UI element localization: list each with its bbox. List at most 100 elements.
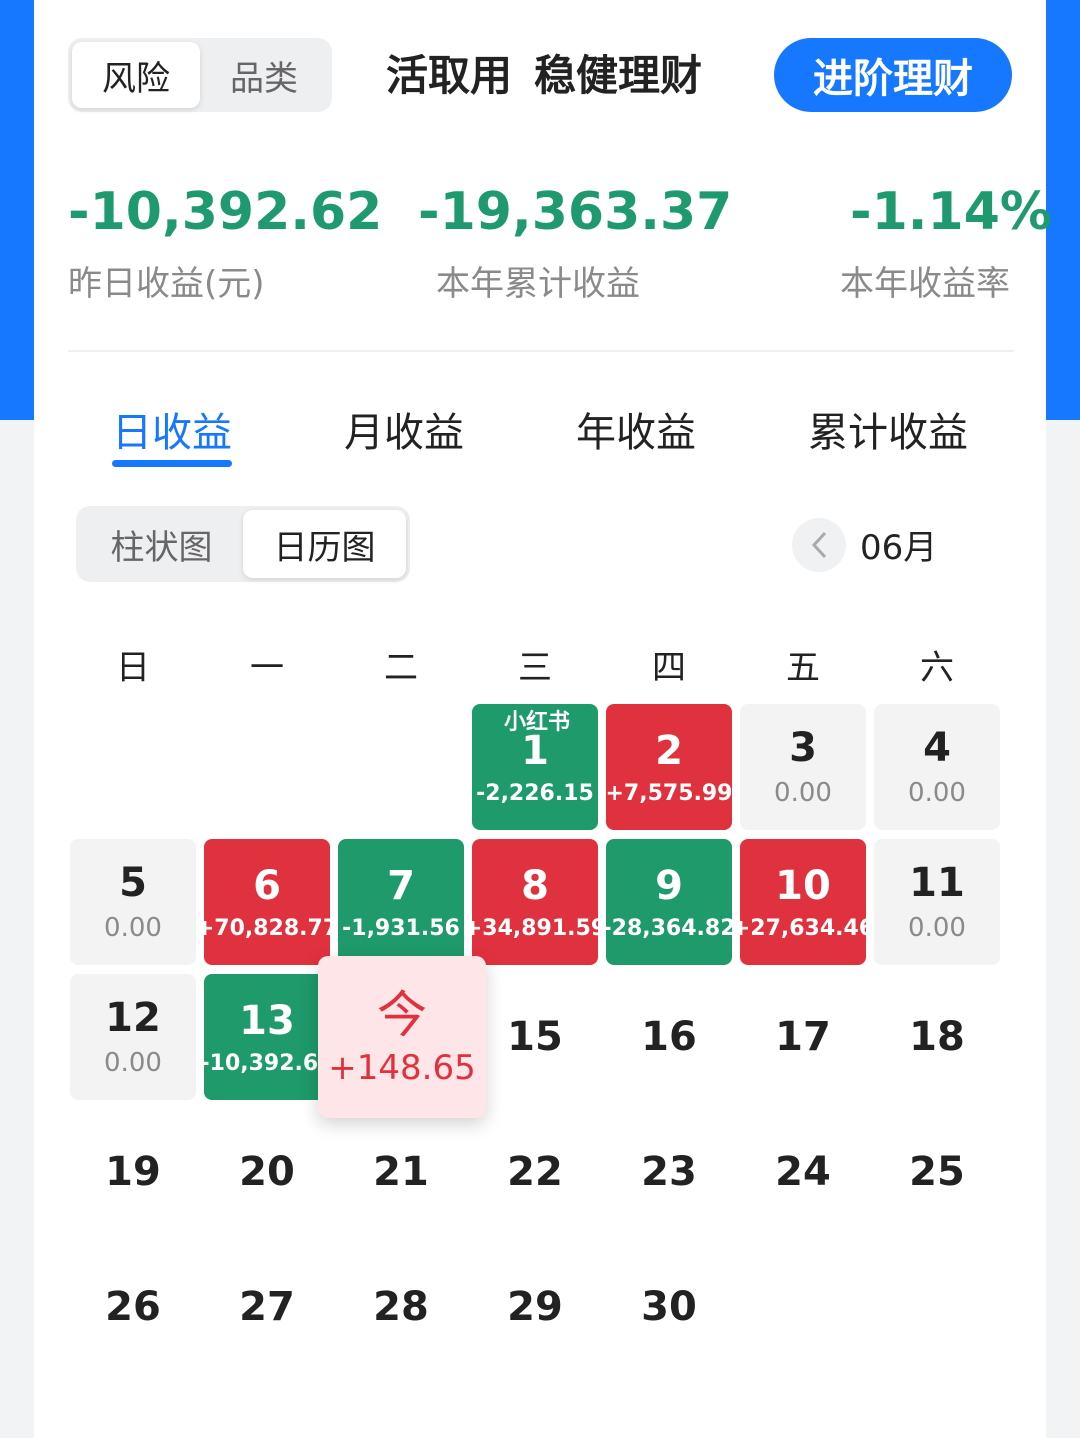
calendar-day[interactable]: 19 bbox=[70, 1109, 196, 1235]
yesterday-profit-value: -10,392.62 bbox=[68, 182, 383, 242]
profit-card: 风险 品类 活取用 稳健理财 进阶理财 -10,392.62 昨日收益(元) -… bbox=[34, 0, 1052, 1438]
day-number: 17 bbox=[775, 1014, 831, 1060]
day-number: 24 bbox=[775, 1149, 831, 1195]
day-number: 12 bbox=[105, 995, 161, 1041]
yesterday-profit-label: 昨日收益(元) bbox=[68, 264, 265, 304]
day-number: 26 bbox=[105, 1284, 161, 1330]
watermark-text: 小红书 bbox=[504, 710, 571, 735]
day-number: 16 bbox=[641, 1014, 697, 1060]
calendar-day[interactable]: 23 bbox=[606, 1109, 732, 1235]
calendar-day[interactable]: 6 +70,828.77 bbox=[196, 839, 338, 965]
calendar-day[interactable]: 29 bbox=[472, 1244, 598, 1370]
weekday-label: 四 bbox=[652, 648, 686, 688]
tab-monthly-profit[interactable]: 月收益 bbox=[344, 400, 464, 458]
day-profit: +70,828.77 bbox=[195, 915, 339, 941]
day-profit: -1,931.56 bbox=[342, 915, 460, 941]
day-profit: +34,891.59 bbox=[463, 915, 607, 941]
day-number: 2 bbox=[655, 727, 683, 774]
view-calendar[interactable]: 日历图 bbox=[243, 510, 406, 578]
day-number: 13 bbox=[239, 997, 295, 1044]
day-profit: -10,392.62 bbox=[200, 1050, 334, 1076]
calendar-day-today[interactable]: 今 +148.65 bbox=[318, 956, 486, 1118]
weekday-label: 六 bbox=[920, 648, 954, 688]
segment-risk[interactable]: 风险 bbox=[72, 42, 200, 108]
calendar-day[interactable]: 16 bbox=[606, 974, 732, 1100]
calendar-day[interactable]: 15 bbox=[472, 974, 598, 1100]
calendar-day[interactable]: 18 bbox=[874, 974, 1000, 1100]
day-profit: -2,226.15 bbox=[476, 780, 594, 806]
weekday-label: 三 bbox=[518, 648, 552, 688]
calendar-day[interactable]: 12 0.00 bbox=[70, 974, 196, 1100]
calendar-day[interactable]: 8 +34,891.59 bbox=[464, 839, 606, 965]
chevron-left-icon[interactable] bbox=[792, 518, 846, 572]
divider bbox=[68, 350, 1014, 352]
day-profit: +27,634.46 bbox=[731, 915, 875, 941]
month-label: 06月 bbox=[860, 528, 938, 568]
tab-cumulative-profit[interactable]: 累计收益 bbox=[808, 400, 968, 458]
ytd-profit-label: 本年累计收益 bbox=[436, 264, 640, 304]
day-number: 27 bbox=[239, 1284, 295, 1330]
weekday-label: 五 bbox=[786, 648, 820, 688]
day-number: 22 bbox=[507, 1149, 563, 1195]
weekday-label: 日 bbox=[116, 648, 150, 688]
tab-flexible[interactable]: 活取用 bbox=[364, 46, 512, 106]
weekday-label: 一 bbox=[250, 648, 284, 688]
day-number: 5 bbox=[119, 860, 147, 906]
day-number: 10 bbox=[775, 862, 831, 909]
day-number: 29 bbox=[507, 1284, 563, 1330]
tab-yearly-profit[interactable]: 年收益 bbox=[576, 400, 696, 458]
calendar-day[interactable]: 9 -28,364.82 bbox=[603, 839, 736, 965]
day-profit: +148.65 bbox=[328, 1048, 476, 1088]
day-profit: -28,364.82 bbox=[602, 915, 736, 941]
calendar-day[interactable]: 25 bbox=[874, 1109, 1000, 1235]
tab-stable[interactable]: 稳健理财 bbox=[534, 46, 702, 106]
day-number: 9 bbox=[655, 862, 683, 909]
calendar-day[interactable]: 13 -10,392.62 bbox=[201, 974, 334, 1100]
risk-category-toggle: 风险 品类 bbox=[68, 38, 332, 112]
day-profit: 0.00 bbox=[104, 913, 162, 943]
day-profit: 0.00 bbox=[104, 1048, 162, 1078]
calendar-day[interactable]: 11 0.00 bbox=[874, 839, 1000, 965]
chart-view-toggle: 柱状图 日历图 bbox=[76, 506, 410, 582]
calendar-day[interactable]: 28 bbox=[338, 1244, 464, 1370]
calendar-day[interactable]: 21 bbox=[338, 1109, 464, 1235]
calendar-day[interactable]: 27 bbox=[204, 1244, 330, 1370]
day-profit: 0.00 bbox=[774, 778, 832, 808]
calendar-day[interactable]: 24 bbox=[740, 1109, 866, 1235]
calendar-day[interactable]: 30 bbox=[606, 1244, 732, 1370]
calendar-day[interactable]: 5 0.00 bbox=[70, 839, 196, 965]
ytd-profit-value: -19,363.37 bbox=[418, 182, 733, 242]
tab-advanced[interactable]: 进阶理财 bbox=[774, 38, 1012, 112]
active-tab-indicator bbox=[112, 460, 232, 467]
day-number: 6 bbox=[253, 862, 281, 909]
day-profit: 0.00 bbox=[908, 778, 966, 808]
day-number: 30 bbox=[641, 1284, 697, 1330]
calendar-day[interactable]: 10 +27,634.46 bbox=[732, 839, 874, 965]
day-number: 7 bbox=[387, 862, 415, 909]
calendar-day[interactable]: 22 bbox=[472, 1109, 598, 1235]
calendar-day[interactable]: 17 bbox=[740, 974, 866, 1100]
day-number: 21 bbox=[373, 1149, 429, 1195]
ytd-return-value: -1.14% bbox=[850, 182, 1052, 242]
calendar-day[interactable]: 7 -1,931.56 bbox=[338, 839, 464, 965]
day-number: 20 bbox=[239, 1149, 295, 1195]
day-number: 28 bbox=[373, 1284, 429, 1330]
calendar-day[interactable]: 2 +7,575.99 bbox=[605, 704, 733, 830]
calendar-day[interactable]: 20 bbox=[204, 1109, 330, 1235]
segment-category[interactable]: 品类 bbox=[200, 42, 328, 108]
tab-daily-profit[interactable]: 日收益 bbox=[112, 400, 232, 458]
day-profit: 0.00 bbox=[908, 913, 966, 943]
day-number: 19 bbox=[105, 1149, 161, 1195]
calendar-day[interactable]: 4 0.00 bbox=[874, 704, 1000, 830]
ytd-return-label: 本年收益率 bbox=[840, 264, 1010, 304]
day-number: 8 bbox=[521, 862, 549, 909]
day-profit: +7,575.99 bbox=[605, 780, 733, 806]
view-bar-chart[interactable]: 柱状图 bbox=[80, 510, 243, 578]
calendar-day[interactable]: 3 0.00 bbox=[740, 704, 866, 830]
day-number: 15 bbox=[507, 1014, 563, 1060]
weekday-label: 二 bbox=[384, 648, 418, 688]
calendar-day[interactable]: 26 bbox=[70, 1244, 196, 1370]
day-number: 4 bbox=[923, 725, 951, 771]
day-number: 25 bbox=[909, 1149, 965, 1195]
day-number: 11 bbox=[909, 860, 965, 906]
